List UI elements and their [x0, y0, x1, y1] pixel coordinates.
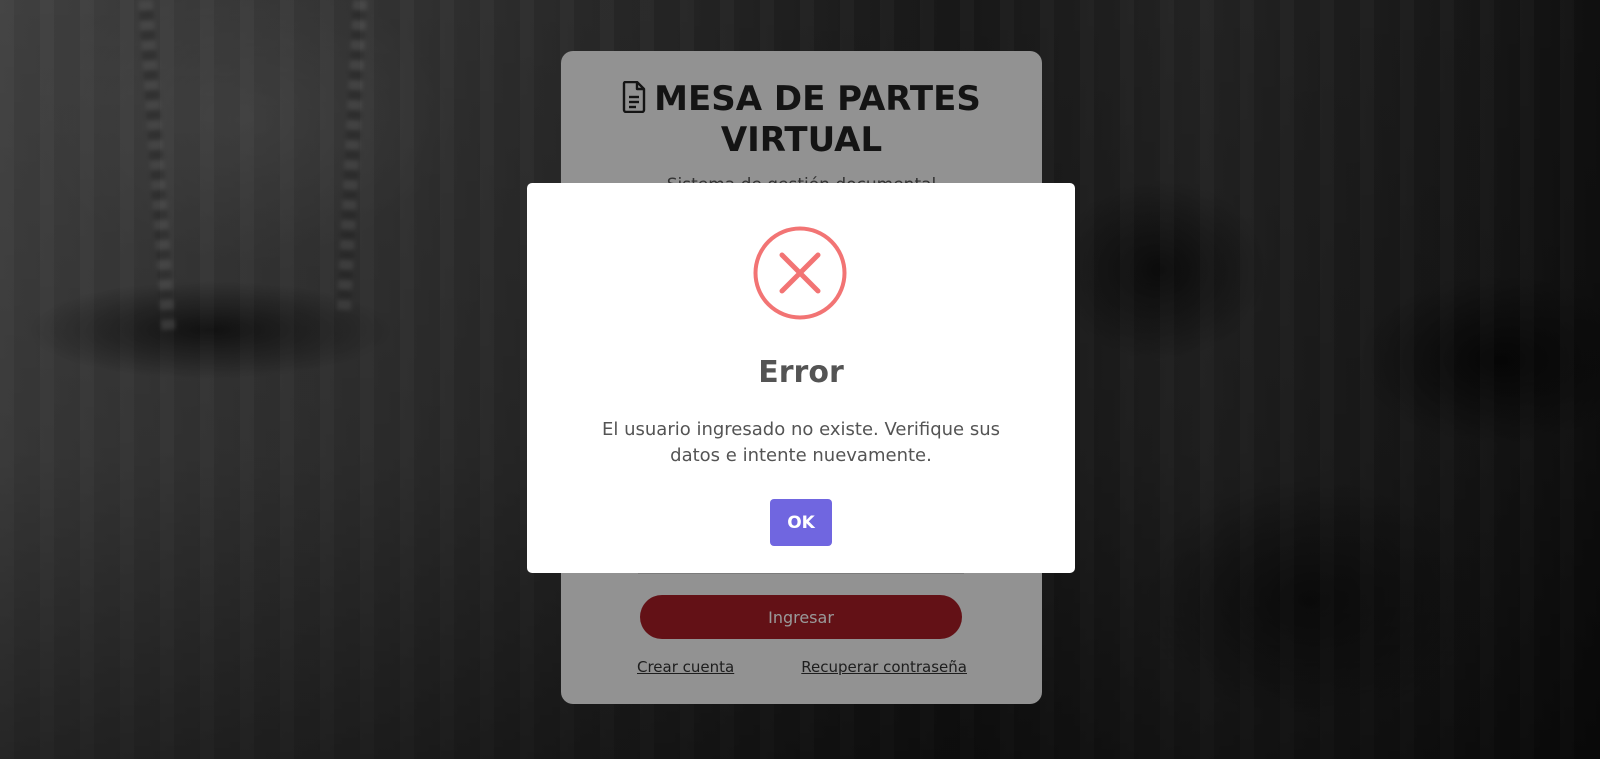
error-dialog: Error El usuario ingresado no existe. Ve…: [527, 183, 1075, 573]
ok-button[interactable]: OK: [770, 499, 832, 546]
dialog-title: Error: [758, 355, 844, 390]
dialog-message: El usuario ingresado no existe. Verifiqu…: [602, 419, 1000, 466]
error-x-icon: [753, 226, 847, 320]
page: MESA DE PARTES VIRTUAL Sistema de gestió…: [0, 0, 1600, 759]
